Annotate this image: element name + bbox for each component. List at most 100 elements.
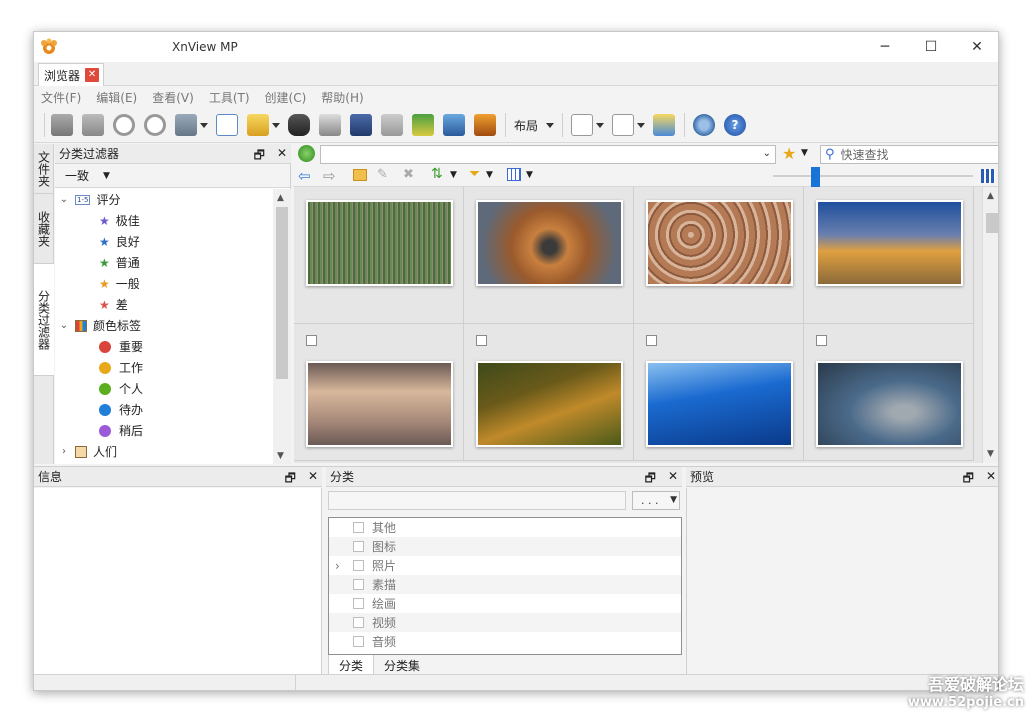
thumbnail-grid-scrollbar[interactable]: ▲ ▼: [982, 187, 998, 463]
slider-thumb[interactable]: [811, 167, 820, 187]
go-up-icon[interactable]: [298, 145, 315, 162]
print-icon[interactable]: [319, 114, 341, 136]
tree-node-people[interactable]: › 人们: [59, 441, 117, 462]
capture-icon[interactable]: [443, 114, 465, 136]
category-item[interactable]: 视频: [329, 613, 681, 632]
tab-category-filter[interactable]: 分类过滤器: [34, 264, 54, 376]
maximize-button[interactable]: ☐: [908, 32, 954, 62]
layout-button[interactable]: 布局: [514, 117, 538, 134]
category-checkbox[interactable]: [353, 560, 364, 571]
category-checkbox[interactable]: [353, 541, 364, 552]
transform-dropdown-icon[interactable]: [200, 122, 208, 128]
new-folder-icon[interactable]: [353, 169, 367, 181]
float-panel-icon[interactable]: 🗗: [645, 469, 656, 490]
thumbnail-cell[interactable]: [464, 187, 634, 324]
select-checkbox[interactable]: [306, 335, 317, 346]
chevron-down-icon[interactable]: ⌄: [59, 320, 69, 331]
export-dropdown-icon[interactable]: [272, 122, 280, 128]
menu-file[interactable]: 文件(F): [41, 89, 81, 106]
properties-icon[interactable]: [216, 114, 238, 136]
select-checkbox[interactable]: [816, 335, 827, 346]
chevron-right-icon[interactable]: ›: [335, 559, 340, 573]
tree-item-rating-fair[interactable]: ★ 一般: [99, 273, 140, 294]
scroll-up-icon[interactable]: ▲: [987, 191, 994, 201]
binoculars-icon[interactable]: [288, 114, 310, 136]
category-checkbox[interactable]: [353, 522, 364, 533]
scan-icon[interactable]: [350, 114, 372, 136]
tree-item-color-personal[interactable]: 个人: [99, 378, 143, 399]
tab-folders[interactable]: 文件夹: [34, 144, 54, 194]
quick-search-input[interactable]: ⚲ 快速查找: [820, 145, 998, 164]
close-panel-icon[interactable]: ✕: [308, 469, 318, 490]
scroll-down-icon[interactable]: ▼: [987, 449, 994, 459]
export-icon[interactable]: [247, 114, 269, 136]
tree-item-rating-poor[interactable]: ★ 差: [99, 294, 128, 315]
float-panel-icon[interactable]: 🗗: [285, 469, 296, 490]
tree-item-color-todo[interactable]: 待办: [99, 399, 143, 420]
thumbnail-image-bridge[interactable]: [816, 200, 963, 286]
close-panel-icon[interactable]: ✕: [986, 469, 996, 490]
thumbnail-cell[interactable]: [294, 187, 464, 324]
settings-gear-icon[interactable]: [693, 114, 716, 136]
transform-icon[interactable]: [175, 114, 197, 136]
category-item[interactable]: 其他: [329, 518, 681, 537]
thumbnail-image-fox[interactable]: [476, 200, 623, 286]
chevron-down-icon[interactable]: ⌄: [763, 148, 771, 159]
scroll-down-icon[interactable]: ▼: [277, 451, 284, 461]
select-checkbox[interactable]: [646, 335, 657, 346]
star-dropdown-icon[interactable]: ▼: [801, 148, 808, 158]
tree-node-color-labels[interactable]: ⌄ 颜色标签: [59, 315, 141, 336]
tab-categories[interactable]: 分类: [328, 655, 375, 675]
thumbnail-cell[interactable]: [804, 187, 974, 324]
grid-view-icon[interactable]: [981, 169, 995, 183]
forward-arrow-icon[interactable]: ⇨: [323, 167, 336, 185]
thumbnail-image-ice-cave[interactable]: [646, 361, 793, 447]
category-item[interactable]: 图标: [329, 537, 681, 556]
category-checkbox[interactable]: [353, 598, 364, 609]
thumbnail-cell[interactable]: [634, 324, 804, 461]
tab-browser[interactable]: 浏览器 ✕: [38, 63, 105, 86]
slideshow-icon[interactable]: [412, 114, 434, 136]
layout-dropdown-icon[interactable]: [546, 122, 555, 128]
category-checkbox[interactable]: [353, 636, 364, 647]
fullscreen-icon[interactable]: [82, 114, 104, 136]
chevron-down-icon[interactable]: ⌄: [59, 194, 69, 205]
menu-create[interactable]: 创建(C): [265, 89, 307, 106]
menu-tools[interactable]: 工具(T): [209, 89, 250, 106]
select-checkbox[interactable]: [476, 335, 487, 346]
category-search-input[interactable]: [328, 491, 626, 510]
scrollbar-thumb[interactable]: [986, 213, 998, 233]
tab-category-sets[interactable]: 分类集: [374, 655, 430, 675]
tree-item-color-important[interactable]: 重要: [99, 336, 143, 357]
scroll-up-icon[interactable]: ▲: [277, 193, 284, 203]
tree-item-color-later[interactable]: 稍后: [99, 420, 143, 441]
chevron-down-icon[interactable]: ▼: [670, 492, 677, 509]
thumbnail-size-slider[interactable]: [773, 175, 973, 177]
tab-favorites[interactable]: 收藏夹: [34, 194, 54, 264]
thumbnail-image-vineyard[interactable]: [476, 361, 623, 447]
float-panel-icon[interactable]: 🗗: [963, 469, 974, 490]
category-item[interactable]: 绘画: [329, 594, 681, 613]
thumbnail-cell[interactable]: [634, 187, 804, 324]
folder-tree-icon[interactable]: [653, 114, 676, 136]
thumbnail-image-grass[interactable]: [306, 200, 453, 286]
rotate-right-icon[interactable]: [144, 114, 166, 136]
path-input[interactable]: ⌄: [320, 145, 776, 164]
thumbnail-cell[interactable]: [464, 324, 634, 461]
bookmark-dropdown-icon[interactable]: [637, 122, 646, 128]
wallpaper-icon[interactable]: [474, 114, 496, 136]
rotate-left-icon[interactable]: [113, 114, 135, 136]
view-mode-icon[interactable]: [507, 168, 521, 181]
category-checkbox[interactable]: [353, 617, 364, 628]
help-icon[interactable]: ?: [724, 114, 747, 136]
title-bar[interactable]: XnView MP ─ ☐ ✕: [34, 32, 998, 62]
back-arrow-icon[interactable]: ⇦: [298, 167, 311, 185]
tree-item-rating-excellent[interactable]: ★ 极佳: [99, 210, 140, 231]
tree-item-rating-average[interactable]: ★ 普通: [99, 252, 140, 273]
thumbnail-image-deer[interactable]: [816, 361, 963, 447]
view-mode-dropdown-icon[interactable]: ▼: [526, 170, 533, 180]
rating-dropdown-icon[interactable]: [596, 122, 605, 128]
close-button[interactable]: ✕: [954, 32, 998, 62]
category-item[interactable]: › 照片: [329, 556, 681, 575]
sort-icon[interactable]: ⇅: [431, 166, 443, 182]
